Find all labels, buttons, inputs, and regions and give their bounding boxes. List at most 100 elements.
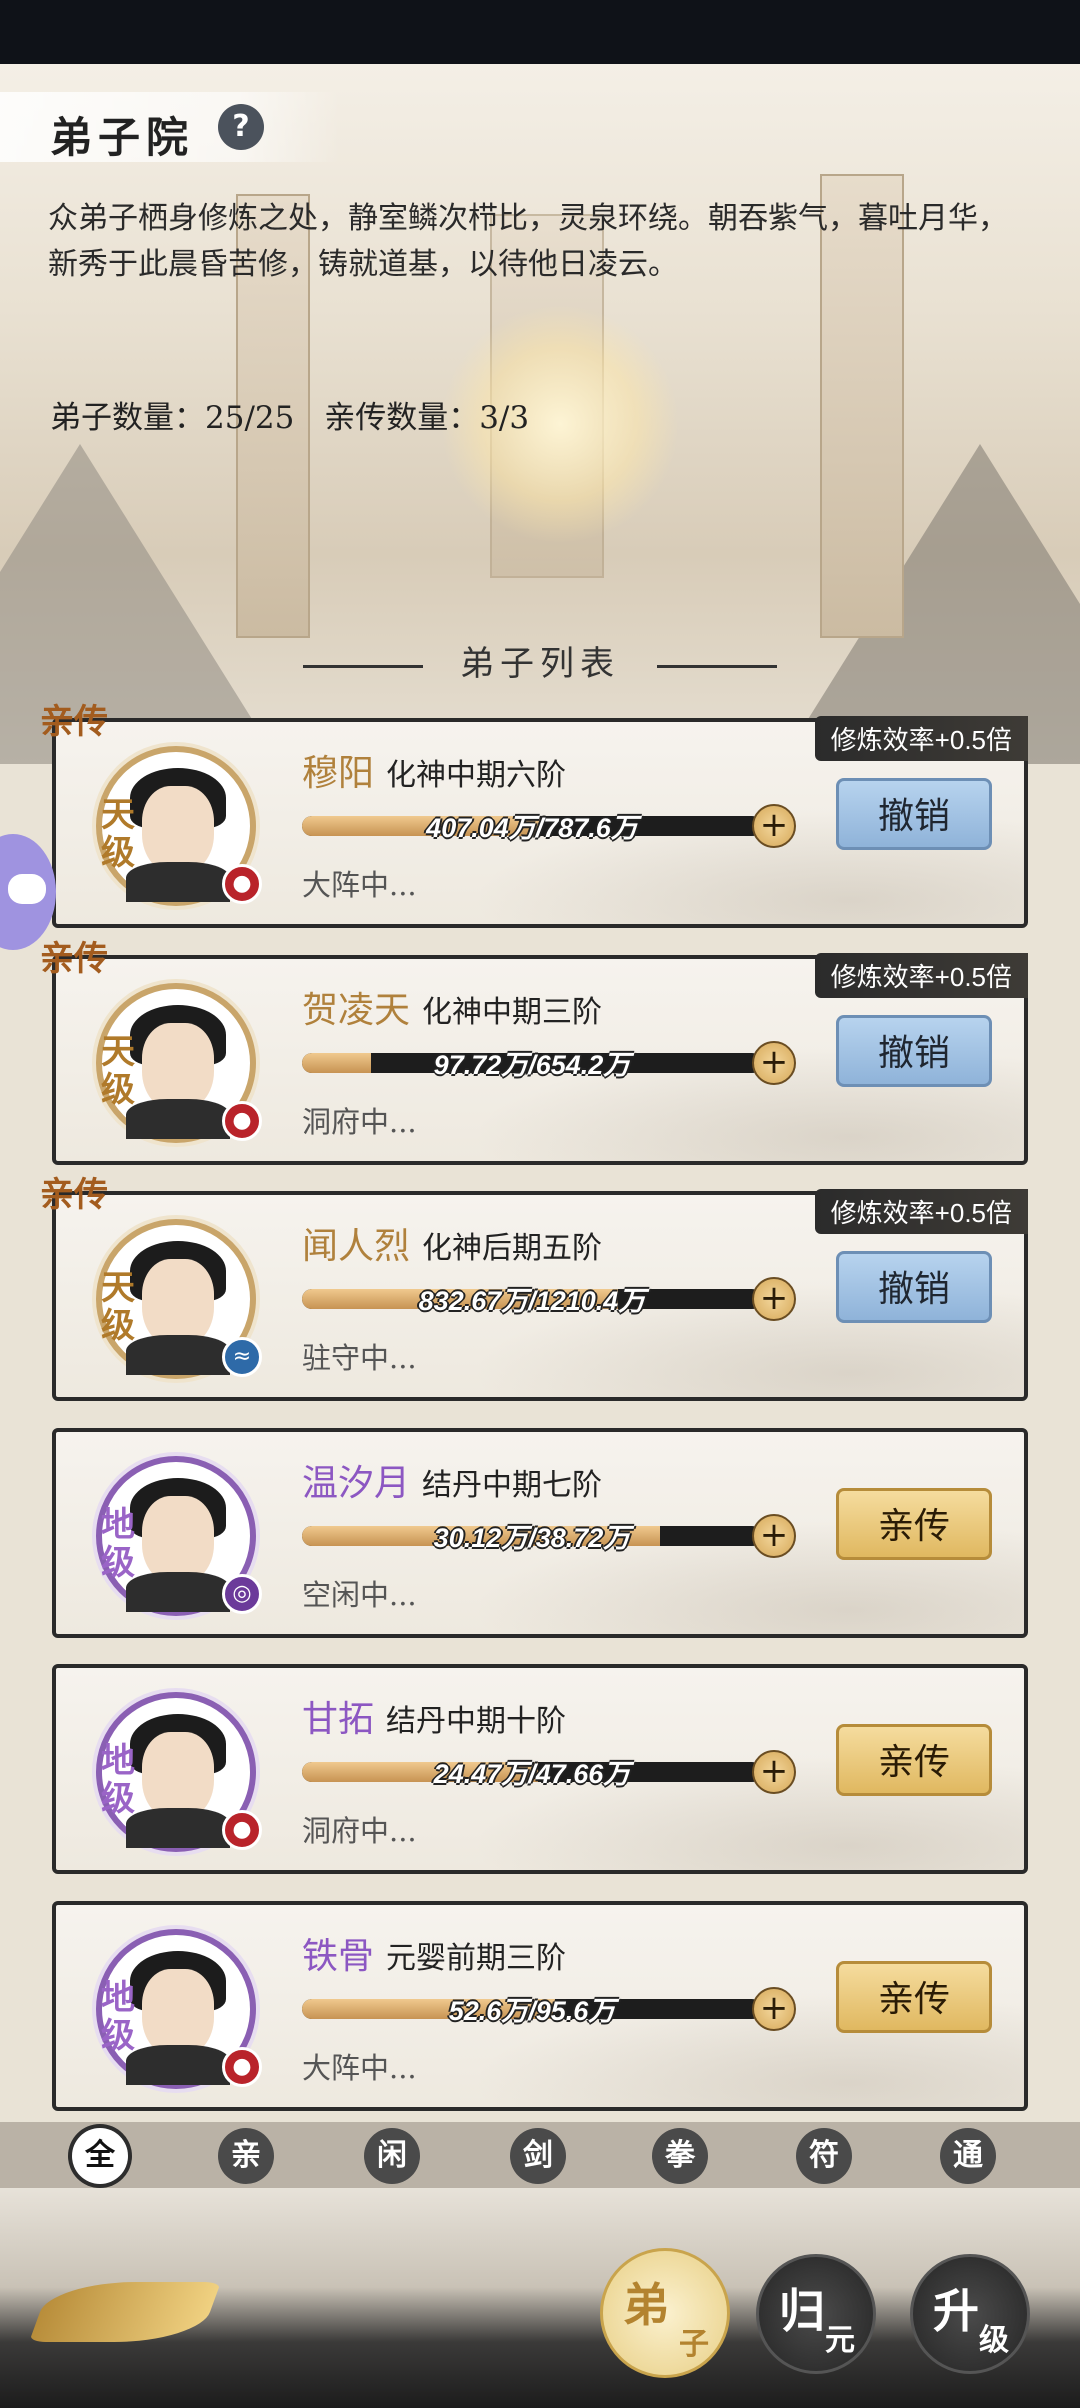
inner-count: 亲传数量：3/3 — [324, 400, 530, 436]
disciple-card[interactable]: 亲传 修炼效率+0.5倍 天级 ● 穆阳 化神中期六阶 407.04万/787.… — [40, 702, 1028, 928]
disciple-realm: 结丹中期十阶 — [386, 1704, 566, 1739]
disciple-card[interactable]: 地级 ● 铁骨 元婴前期三阶 52.6万/95.6万 + 大阵中... 亲传 — [52, 1901, 1028, 2111]
filter-button[interactable]: 全 — [72, 2128, 128, 2184]
disciple-status: 驻守中... — [302, 1341, 417, 1375]
training-rate-badge: 修炼效率+0.5倍 — [814, 953, 1028, 998]
page-title: 弟子院 — [50, 113, 195, 162]
disciple-realm: 化神中期三阶 — [422, 995, 602, 1030]
progress-text: 407.04万/787.6万 — [426, 813, 638, 843]
progress-text: 97.72万/654.2万 — [433, 1050, 631, 1080]
disciple-avatar[interactable]: 地级 ● — [96, 1929, 262, 2089]
water-element-icon: ≈ — [222, 1337, 262, 1377]
inner-disciple-tag: 亲传 — [40, 702, 108, 742]
add-cultivation-button[interactable]: + — [752, 1987, 796, 2031]
revoke-button[interactable]: 撤销 — [836, 1015, 992, 1087]
progress-text: 30.12万/38.72万 — [433, 1523, 631, 1553]
list-title: 弟子列表 — [460, 644, 620, 684]
list-header: 弟子列表 — [0, 636, 1080, 685]
fire-element-icon: ● — [222, 864, 262, 904]
fire-element-icon: ● — [222, 2047, 262, 2087]
make-inner-button[interactable]: 亲传 — [836, 1724, 992, 1796]
disciple-realm: 化神后期五阶 — [422, 1231, 602, 1266]
filter-button[interactable]: 拳 — [652, 2128, 708, 2184]
progress-text: 52.6万/95.6万 — [448, 1996, 616, 2026]
inner-disciple-tag: 亲传 — [40, 1175, 108, 1215]
nav-disciples-small: 子 — [679, 2327, 709, 2362]
avatar-robe — [126, 1808, 230, 1848]
fire-element-icon: ● — [222, 1101, 262, 1141]
disciple-status: 洞府中... — [302, 1105, 417, 1139]
avatar-robe — [126, 2045, 230, 2085]
disciple-avatar[interactable]: 地级 ● — [96, 1692, 262, 1852]
nav-disciples-big: 弟 — [623, 2278, 669, 2332]
gamepad-icon — [8, 874, 46, 904]
disciple-card[interactable]: 亲传 修炼效率+0.5倍 天级 ● 贺凌天 化神中期三阶 97.72万/654.… — [40, 939, 1028, 1165]
avatar-robe — [126, 1335, 230, 1375]
grade-label: 地级 — [101, 1505, 135, 1583]
disciple-card[interactable]: 亲传 修炼效率+0.5倍 天级 ≈ 闻人烈 化神后期五阶 832.67万/121… — [40, 1175, 1028, 1401]
filter-button[interactable]: 剑 — [510, 2128, 566, 2184]
training-rate-badge: 修炼效率+0.5倍 — [814, 1189, 1028, 1234]
disciple-name: 温汐月 — [302, 1463, 411, 1504]
make-inner-button[interactable]: 亲传 — [836, 1488, 992, 1560]
disciple-status: 空闲中... — [302, 1578, 417, 1612]
status-bar — [0, 0, 1080, 64]
disciple-status: 大阵中... — [302, 2051, 417, 2085]
grade-label: 地级 — [101, 1741, 135, 1819]
disciple-count: 弟子数量：25/25 — [50, 400, 295, 436]
disciple-card[interactable]: 地级 ◎ 温汐月 结丹中期七阶 30.12万/38.72万 + 空闲中... 亲… — [52, 1428, 1028, 1638]
progress-text: 832.67万/1210.4万 — [418, 1286, 646, 1316]
avatar-face — [142, 1496, 214, 1584]
add-cultivation-button[interactable]: + — [752, 1277, 796, 1321]
filter-button[interactable]: 通 — [940, 2128, 996, 2184]
help-icon[interactable]: ? — [218, 104, 264, 150]
filter-button[interactable]: 闲 — [364, 2128, 420, 2184]
revoke-button[interactable]: 撤销 — [836, 778, 992, 850]
nav-upgrade-big: 升 — [933, 2284, 979, 2338]
make-inner-button[interactable]: 亲传 — [836, 1961, 992, 2033]
grade-label: 地级 — [101, 1978, 135, 2056]
disciple-avatar[interactable]: 天级 ● — [96, 983, 262, 1143]
disciple-name: 贺凌天 — [302, 990, 411, 1031]
disciple-name: 甘拓 — [302, 1699, 375, 1740]
inner-disciple-tag: 亲传 — [40, 939, 108, 979]
avatar-robe — [126, 862, 230, 902]
ornament-left — [303, 664, 424, 668]
disciple-name: 闻人烈 — [302, 1226, 411, 1267]
training-rate-badge: 修炼效率+0.5倍 — [814, 716, 1028, 761]
disciple-status: 大阵中... — [302, 868, 417, 902]
filter-button[interactable]: 符 — [796, 2128, 852, 2184]
counts-row: 弟子数量：25/25 亲传数量：3/3 — [50, 392, 549, 437]
progress-text: 24.47万/47.66万 — [433, 1759, 631, 1789]
filter-button[interactable]: 亲 — [218, 2128, 274, 2184]
avatar-face — [142, 786, 214, 874]
disciple-card[interactable]: 地级 ● 甘拓 结丹中期十阶 24.47万/47.66万 + 洞府中... 亲传 — [52, 1664, 1028, 1874]
disciple-avatar[interactable]: 天级 ● — [96, 746, 262, 906]
add-cultivation-button[interactable]: + — [752, 1514, 796, 1558]
nav-return-big: 归 — [779, 2284, 825, 2338]
disciple-avatar[interactable]: 地级 ◎ — [96, 1456, 262, 1616]
wind-element-icon: ◎ — [222, 1574, 262, 1614]
avatar-face — [142, 1259, 214, 1347]
grade-label: 天级 — [101, 1032, 135, 1110]
avatar-face — [142, 1969, 214, 2057]
ornament-right — [656, 664, 777, 668]
description: 众弟子栖身修炼之处，静室鳞次栉比，灵泉环绕。朝吞紫气，暮吐月华，新秀于此晨昏苦修… — [48, 201, 1008, 282]
disciple-realm: 元婴前期三阶 — [386, 1941, 566, 1976]
avatar-face — [142, 1023, 214, 1111]
disciple-avatar[interactable]: 天级 ≈ — [96, 1219, 262, 1379]
avatar-robe — [126, 1099, 230, 1139]
disciple-name: 铁骨 — [302, 1936, 375, 1977]
revoke-button[interactable]: 撤销 — [836, 1251, 992, 1323]
avatar-face — [142, 1732, 214, 1820]
disciple-realm: 结丹中期七阶 — [422, 1468, 602, 1503]
nav-disciples-button[interactable]: 弟 子 — [600, 2248, 730, 2378]
add-cultivation-button[interactable]: + — [752, 1750, 796, 1794]
nav-return-button[interactable]: 归 元 — [756, 2254, 876, 2374]
grade-label: 天级 — [101, 795, 135, 873]
add-cultivation-button[interactable]: + — [752, 804, 796, 848]
nav-upgrade-button[interactable]: 升 级 — [910, 2254, 1030, 2374]
disciple-realm: 化神中期六阶 — [386, 758, 566, 793]
add-cultivation-button[interactable]: + — [752, 1041, 796, 1085]
nav-return-small: 元 — [825, 2323, 855, 2358]
